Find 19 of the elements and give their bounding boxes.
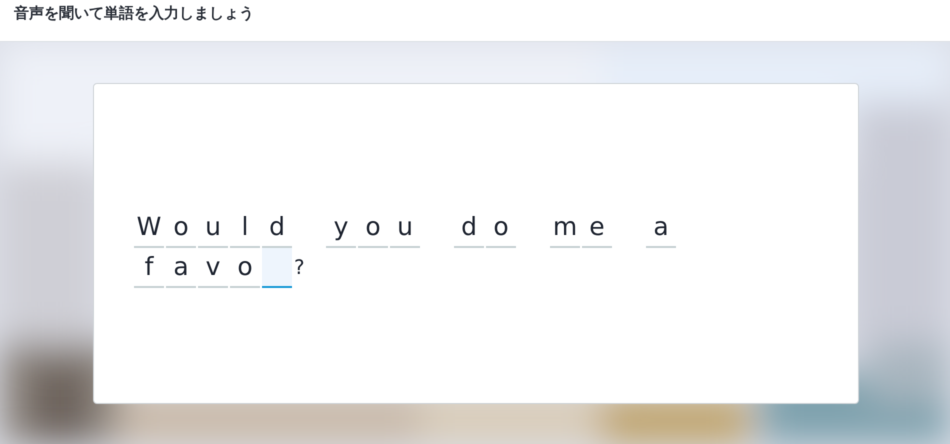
letter-box[interactable]: o: [358, 208, 388, 248]
letter-box[interactable]: m: [550, 208, 580, 248]
page-title: 音声を聞いて単語を入力しましょう: [14, 4, 254, 23]
letter-box[interactable]: l: [230, 208, 260, 248]
punctuation: ?: [294, 254, 305, 280]
letter-box[interactable]: u: [198, 208, 228, 248]
letter-box[interactable]: e: [582, 208, 612, 248]
letter-box[interactable]: a: [646, 208, 676, 248]
letter-box[interactable]: f: [134, 248, 164, 288]
letter-box[interactable]: [262, 248, 292, 288]
letter-box[interactable]: o: [230, 248, 260, 288]
letter-box[interactable]: v: [198, 248, 228, 288]
letter-box[interactable]: W: [134, 208, 164, 248]
letter-box[interactable]: o: [486, 208, 516, 248]
letter-box[interactable]: u: [390, 208, 420, 248]
letter-box[interactable]: d: [454, 208, 484, 248]
letter-box[interactable]: a: [166, 248, 196, 288]
letter-box[interactable]: o: [166, 208, 196, 248]
letter-box[interactable]: y: [326, 208, 356, 248]
